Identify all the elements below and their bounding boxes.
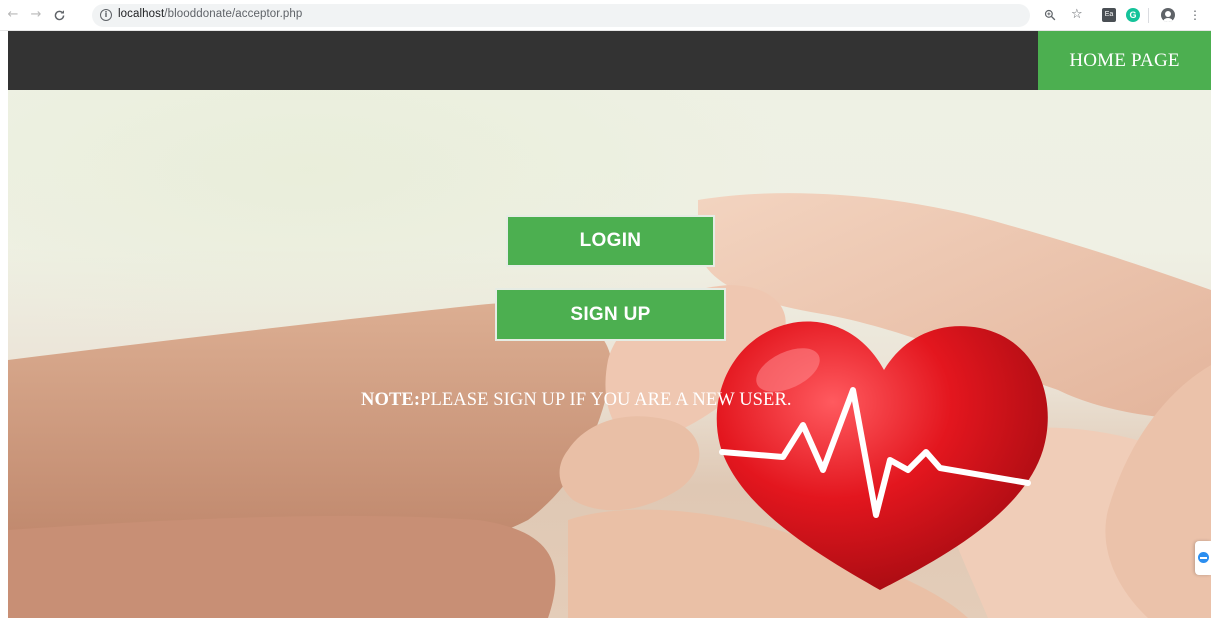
note-label: NOTE: — [361, 390, 421, 410]
back-icon[interactable]: ← — [4, 6, 22, 24]
hero-background-image — [8, 193, 1211, 618]
url-path: /blooddonate/acceptor.php — [164, 8, 303, 20]
signup-note: NOTE:PLEASE SIGN UP IF YOU ARE A NEW USE… — [361, 390, 792, 411]
zoom-icon[interactable] — [1044, 6, 1056, 24]
extension-icon[interactable]: Ea — [1102, 8, 1116, 22]
note-text: PLEASE SIGN UP IF YOU ARE A NEW USER. — [420, 390, 792, 410]
site-nav-bar: HOME PAGE — [8, 31, 1211, 90]
browser-toolbar: ← → i localhost/blooddonate/acceptor.php… — [0, 0, 1211, 31]
forward-icon[interactable]: → — [27, 6, 45, 24]
teamviewer-icon — [1198, 552, 1209, 563]
url-text[interactable]: localhost/blooddonate/acceptor.php — [118, 8, 302, 20]
reload-icon[interactable] — [50, 6, 68, 24]
toolbar-divider — [1148, 8, 1149, 23]
info-icon[interactable]: i — [100, 9, 112, 21]
grammarly-icon[interactable]: G — [1126, 8, 1140, 22]
hero-section: LOGIN SIGN UP NOTE:PLEASE SIGN UP IF YOU… — [8, 90, 1211, 618]
url-host: localhost — [118, 8, 165, 20]
menu-icon[interactable]: ⋮ — [1189, 6, 1201, 24]
address-bar[interactable]: i localhost/blooddonate/acceptor.php — [92, 4, 1030, 27]
teamviewer-widget[interactable] — [1195, 541, 1211, 575]
star-icon[interactable]: ☆ — [1071, 6, 1083, 24]
login-button[interactable]: LOGIN — [506, 215, 715, 267]
account-icon[interactable] — [1161, 8, 1175, 22]
home-page-button[interactable]: HOME PAGE — [1038, 31, 1211, 90]
signup-button[interactable]: SIGN UP — [495, 288, 726, 341]
